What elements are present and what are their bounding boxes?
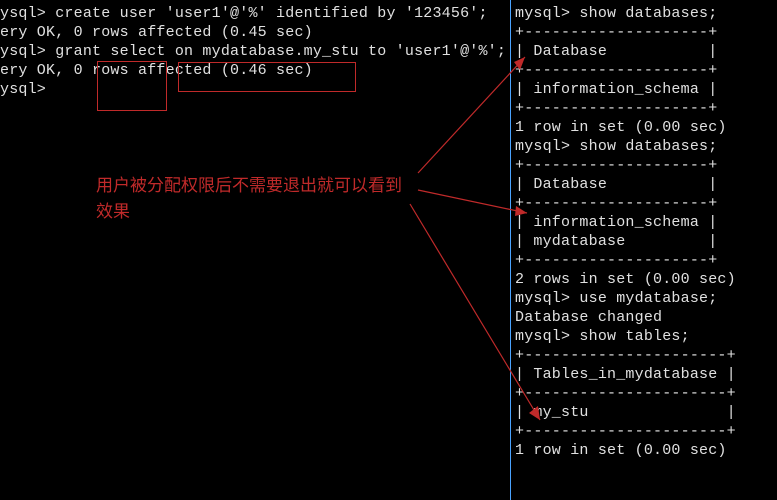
terminal-line: +----------------------+	[515, 422, 773, 441]
highlight-box	[97, 61, 167, 111]
terminal-line: +--------------------+	[515, 99, 773, 118]
terminal-line: 1 row in set (0.00 sec)	[515, 441, 773, 460]
terminal-line: | Database |	[515, 42, 773, 61]
terminal-line: ysql> grant select on mydatabase.my_stu …	[0, 42, 509, 61]
terminal-line: ysql> create user 'user1'@'%' identified…	[0, 4, 509, 23]
terminal-line: | Database |	[515, 175, 773, 194]
terminal-line: +--------------------+	[515, 61, 773, 80]
terminal-line: +--------------------+	[515, 194, 773, 213]
terminal-line: +--------------------+	[515, 23, 773, 42]
terminal-line: 2 rows in set (0.00 sec)	[515, 270, 773, 289]
terminal-line: mysql> show databases;	[515, 137, 773, 156]
terminal-line: 1 row in set (0.00 sec)	[515, 118, 773, 137]
terminal-line: ery OK, 0 rows affected (0.45 sec)	[0, 23, 509, 42]
terminal-line: +--------------------+	[515, 251, 773, 270]
terminal-line: | Tables_in_mydatabase |	[515, 365, 773, 384]
annotation-text: 用户被分配权限后不需要退出就可以看到 效果	[96, 173, 402, 225]
terminal-line: | my_stu |	[515, 403, 773, 422]
terminal-right[interactable]: mysql> show databases; +----------------…	[511, 0, 777, 500]
terminal-line: +----------------------+	[515, 346, 773, 365]
highlight-box	[178, 62, 356, 92]
terminal-line: mysql> show databases;	[515, 4, 773, 23]
terminal-line: mysql> use mydatabase;	[515, 289, 773, 308]
terminal-line: | information_schema |	[515, 213, 773, 232]
terminal-line: mysql> show tables;	[515, 327, 773, 346]
screenshot-root: ysql> create user 'user1'@'%' identified…	[0, 0, 777, 500]
terminal-line: +--------------------+	[515, 156, 773, 175]
terminal-line: +----------------------+	[515, 384, 773, 403]
terminal-line: | mydatabase |	[515, 232, 773, 251]
terminal-line: | information_schema |	[515, 80, 773, 99]
terminal-line: Database changed	[515, 308, 773, 327]
